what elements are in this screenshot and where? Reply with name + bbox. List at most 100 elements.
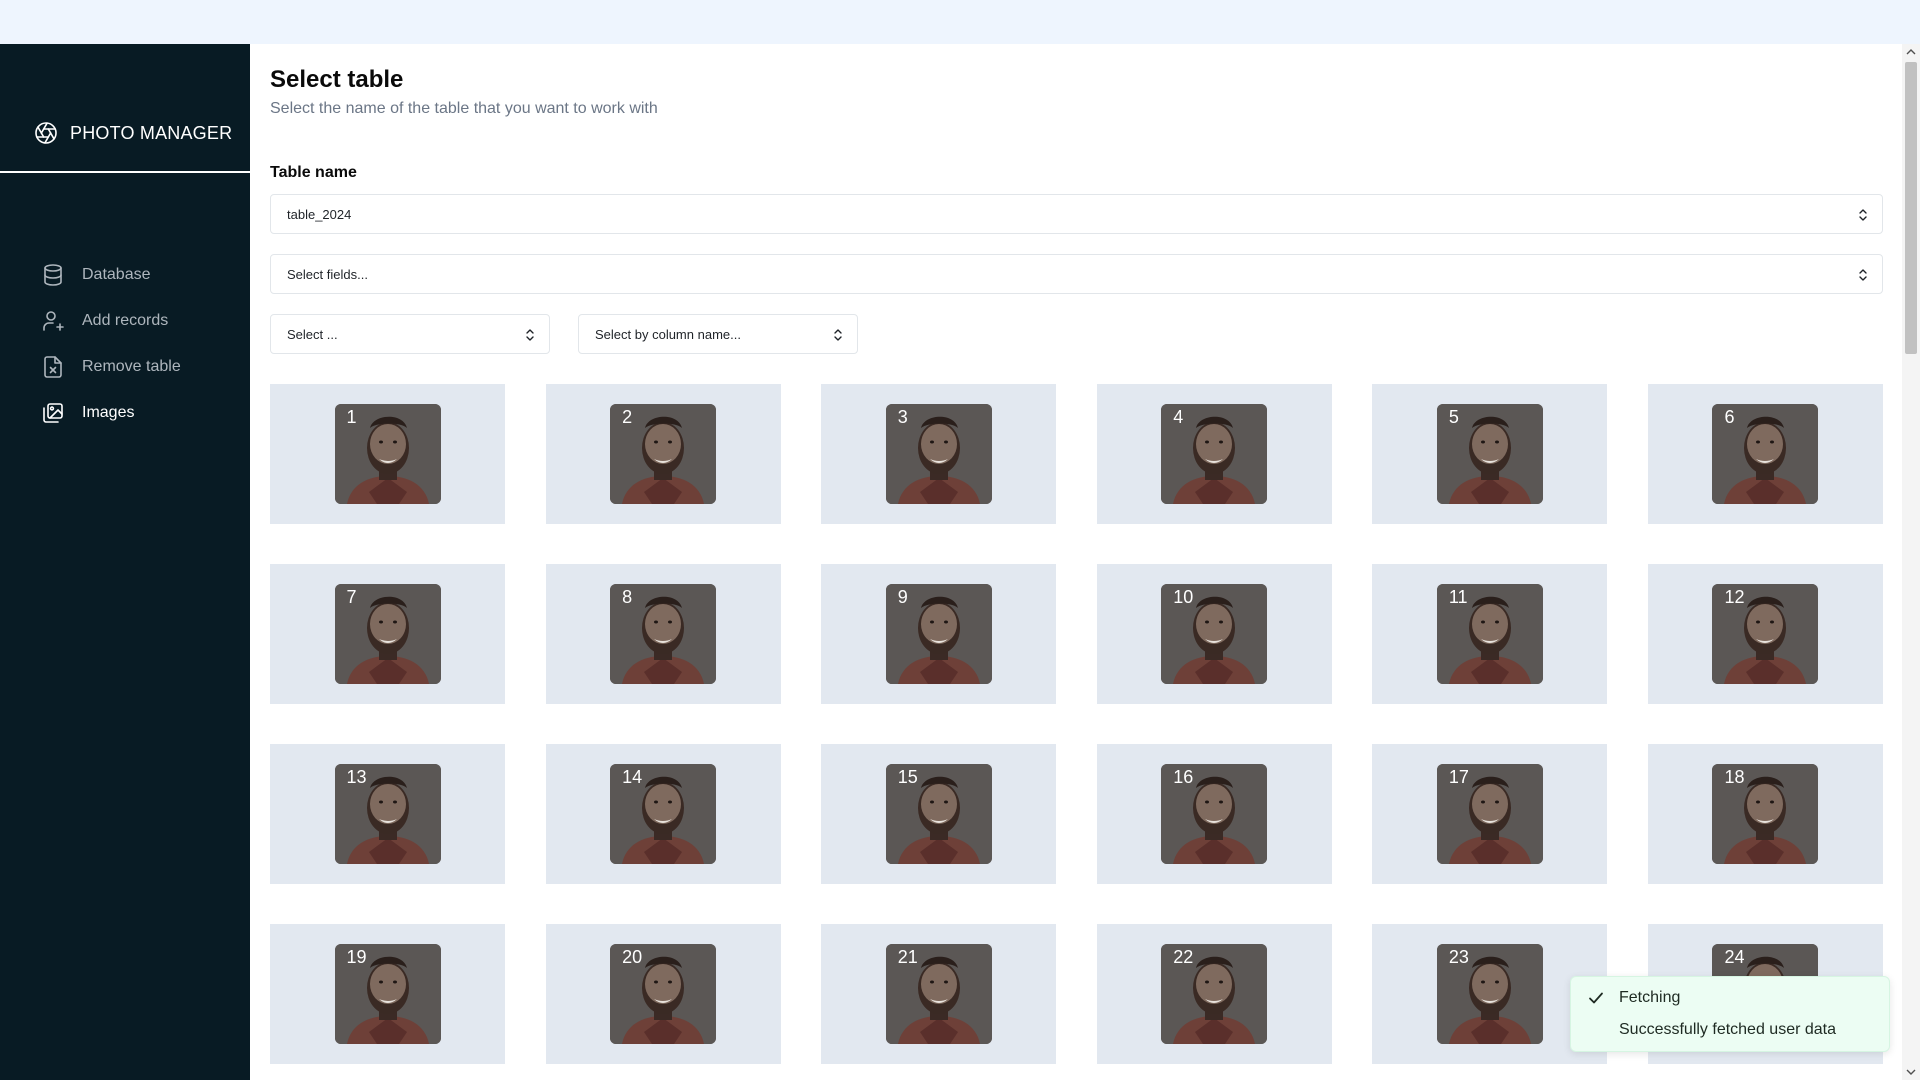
portrait-thumbnail: 19: [334, 944, 441, 1044]
file-x-icon: [40, 354, 66, 380]
sidebar-item-remove-table[interactable]: Remove table: [40, 344, 240, 390]
image-card[interactable]: 12: [1647, 564, 1883, 704]
image-number: 4: [1173, 407, 1184, 427]
chevron-up-down-icon: [834, 329, 842, 341]
image-number: 17: [1448, 767, 1469, 787]
image-card[interactable]: 2: [545, 384, 781, 524]
brand-divider: [0, 171, 250, 173]
brand[interactable]: PHOTO MANAGER: [34, 115, 232, 151]
image-card[interactable]: 16: [1096, 744, 1332, 884]
select-by-column-dropdown[interactable]: Select by column name...: [578, 314, 858, 354]
image-card[interactable]: 19: [270, 924, 505, 1064]
portrait-thumbnail: 14: [610, 764, 717, 864]
sidebar-item-database[interactable]: Database: [40, 252, 240, 298]
portrait-thumbnail: 2: [610, 404, 717, 504]
chevron-up-down-icon: [1859, 269, 1867, 281]
main-content: Select table Select the name of the tabl…: [250, 44, 1902, 1080]
image-card[interactable]: 18: [1647, 744, 1883, 884]
portrait-thumbnail: 16: [1161, 764, 1268, 864]
sidebar: PHOTO MANAGER Database Add records Remov…: [0, 44, 250, 1080]
portrait-thumbnail: 12: [1712, 584, 1819, 684]
image-card[interactable]: 4: [1096, 384, 1332, 524]
image-card[interactable]: 10: [1096, 564, 1332, 704]
aperture-icon: [34, 121, 58, 145]
scroll-up-arrow-icon[interactable]: [1902, 44, 1920, 60]
select-placeholder: Select ...: [287, 326, 338, 342]
check-icon: [1589, 992, 1603, 1004]
image-number: 14: [622, 767, 643, 787]
sidebar-item-label: Remove table: [82, 358, 181, 375]
image-number: 11: [1448, 587, 1468, 607]
scroll-down-arrow-icon[interactable]: [1902, 1064, 1920, 1080]
toast-notification: Fetching Successfully fetched user data: [1570, 976, 1890, 1052]
image-number: 1: [346, 407, 357, 427]
image-card[interactable]: 20: [545, 924, 781, 1064]
image-number: 5: [1448, 407, 1459, 427]
image-card[interactable]: 7: [270, 564, 505, 704]
image-card[interactable]: 17: [1372, 744, 1608, 884]
chevron-up-down-icon: [1859, 209, 1867, 221]
images-icon: [40, 400, 66, 426]
sidebar-nav: Database Add records Remove table Images: [40, 252, 240, 436]
portrait-thumbnail: 13: [334, 764, 441, 864]
image-number: 7: [346, 587, 357, 607]
image-number: 3: [897, 407, 908, 427]
table-name-value: table_2024: [287, 206, 352, 222]
portrait-thumbnail: 9: [885, 584, 992, 684]
portrait-thumbnail: 6: [1712, 404, 1819, 504]
database-icon: [40, 262, 66, 288]
image-number: 15: [897, 767, 918, 787]
image-card[interactable]: 3: [821, 384, 1057, 524]
image-number: 6: [1724, 407, 1735, 427]
image-number: 10: [1173, 587, 1194, 607]
image-number: 24: [1724, 947, 1745, 967]
chevron-up-down-icon: [526, 329, 534, 341]
scrollbar-thumb[interactable]: [1905, 62, 1917, 354]
image-card[interactable]: 1: [270, 384, 505, 524]
image-number: 20: [622, 947, 643, 967]
portrait-thumbnail: 21: [885, 944, 992, 1044]
image-grid: 1 2 3 4 5 6 7 8 9 10 11 12 13 14 15 16 17 18 19 20 21 22 23 24: [270, 384, 1883, 1064]
portrait-thumbnail: 18: [1712, 764, 1819, 864]
toast-message: Successfully fetched user data: [1619, 1021, 1837, 1038]
image-card[interactable]: 22: [1096, 924, 1332, 1064]
portrait-thumbnail: 10: [1161, 584, 1268, 684]
image-number: 13: [346, 767, 367, 787]
portrait-thumbnail: 5: [1436, 404, 1543, 504]
image-card[interactable]: 8: [545, 564, 781, 704]
image-card[interactable]: 11: [1372, 564, 1608, 704]
sidebar-item-add-records[interactable]: Add records: [40, 298, 240, 344]
image-card[interactable]: 5: [1372, 384, 1608, 524]
portrait-thumbnail: 23: [1436, 944, 1543, 1044]
select-dropdown[interactable]: Select ...: [270, 314, 550, 354]
toast-title: Fetching: [1619, 989, 1681, 1006]
image-card[interactable]: 13: [270, 744, 505, 884]
portrait-thumbnail: 7: [334, 584, 441, 684]
top-bar: [0, 0, 1920, 44]
brand-name: PHOTO MANAGER: [70, 122, 233, 143]
select-by-column-placeholder: Select by column name...: [595, 326, 741, 342]
portrait-thumbnail: 20: [610, 944, 717, 1044]
sidebar-item-label: Add records: [82, 312, 169, 329]
page-subtitle: Select the name of the table that you wa…: [270, 100, 658, 117]
scrollbar[interactable]: [1902, 44, 1920, 1080]
table-name-select[interactable]: table_2024: [270, 194, 1883, 234]
portrait-thumbnail: 17: [1436, 764, 1543, 864]
image-number: 2: [622, 407, 633, 427]
image-number: 21: [897, 947, 918, 967]
sidebar-item-images[interactable]: Images: [40, 390, 240, 436]
portrait-thumbnail: 22: [1161, 944, 1268, 1044]
image-card[interactable]: 14: [545, 744, 781, 884]
image-card[interactable]: 9: [821, 564, 1057, 704]
page-title: Select table: [270, 66, 404, 93]
sidebar-item-label: Database: [82, 266, 151, 283]
image-card[interactable]: 21: [821, 924, 1057, 1064]
portrait-thumbnail: 11: [1436, 584, 1543, 684]
select-fields-dropdown[interactable]: Select fields...: [270, 254, 1883, 294]
image-card[interactable]: 6: [1647, 384, 1883, 524]
image-number: 8: [622, 587, 633, 607]
user-plus-icon: [40, 308, 66, 334]
image-number: 9: [897, 587, 908, 607]
image-card[interactable]: 15: [821, 744, 1057, 884]
sidebar-item-label: Images: [82, 404, 135, 421]
